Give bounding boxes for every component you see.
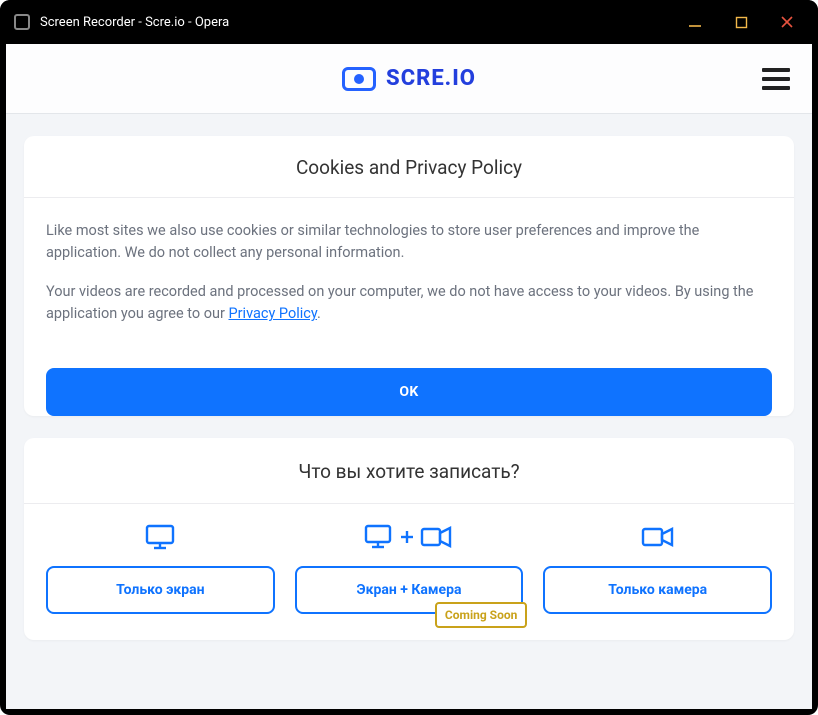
privacy-title: Cookies and Privacy Policy	[24, 136, 794, 198]
privacy-policy-link[interactable]: Privacy Policy	[228, 305, 317, 322]
record-card: Что вы хотите записать? Только экран	[24, 438, 794, 640]
app-window: Screen Recorder - Scre.io - Opera SCRE.I…	[0, 0, 818, 715]
site-header: SCRE.IO	[6, 44, 812, 114]
monitor-icon	[145, 518, 175, 556]
privacy-card: Cookies and Privacy Policy Like most sit…	[24, 136, 794, 416]
option-screen-camera: Экран + Камера Coming Soon	[295, 518, 524, 614]
ok-button[interactable]: OK	[46, 368, 772, 416]
window-controls	[672, 2, 810, 42]
brand-text: SCRE.IO	[386, 66, 476, 91]
camera-icon	[342, 67, 376, 91]
brand[interactable]: SCRE.IO	[342, 66, 476, 91]
record-title: Что вы хотите записать?	[24, 438, 794, 504]
main: Cookies and Privacy Policy Like most sit…	[6, 114, 812, 709]
privacy-text-2: Your videos are recorded and processed o…	[46, 281, 772, 326]
maximize-button[interactable]	[718, 2, 764, 42]
app-icon	[14, 14, 30, 30]
screen-only-button[interactable]: Только экран	[46, 566, 275, 614]
minimize-button[interactable]	[672, 2, 718, 42]
option-screen: Только экран	[46, 518, 275, 614]
privacy-text-1: Like most sites we also use cookies or s…	[46, 220, 772, 265]
menu-icon[interactable]	[762, 68, 790, 90]
option-camera: Только камера	[543, 518, 772, 614]
content-area: SCRE.IO Cookies and Privacy Policy Like …	[6, 44, 812, 709]
video-camera-icon	[641, 518, 675, 556]
window-title: Screen Recorder - Scre.io - Opera	[40, 15, 229, 30]
monitor-plus-camera-icon	[364, 518, 454, 556]
camera-only-button[interactable]: Только камера	[543, 566, 772, 614]
titlebar: Screen Recorder - Scre.io - Opera	[0, 0, 818, 44]
close-button[interactable]	[764, 2, 810, 42]
privacy-body: Like most sites we also use cookies or s…	[24, 198, 794, 348]
coming-soon-badge: Coming Soon	[435, 602, 527, 628]
record-options: Только экран	[24, 504, 794, 640]
